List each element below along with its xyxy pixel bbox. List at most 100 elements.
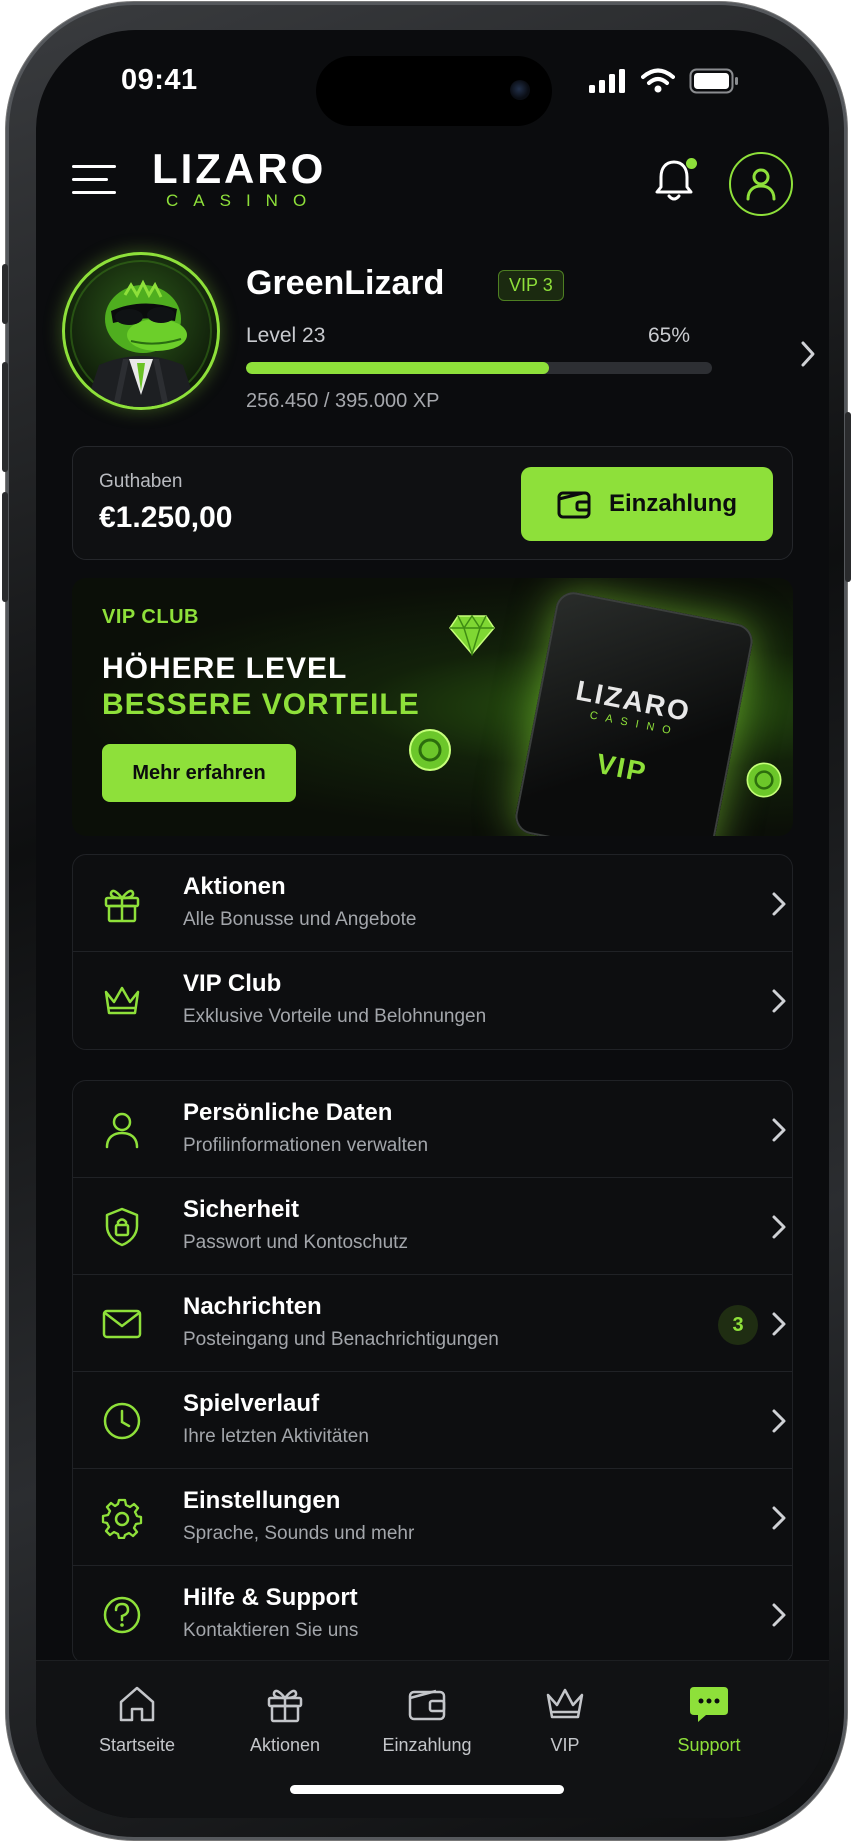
mute-switch [2, 264, 8, 324]
learn-more-button[interactable]: Mehr erfahren [102, 744, 296, 802]
user-icon [105, 1112, 139, 1149]
menu-item-subtitle: Posteingang und Benachrichtigungen [183, 1329, 499, 1350]
gift-icon [104, 889, 140, 923]
menu-item-title: Einstellungen [183, 1487, 341, 1514]
menu-item-subtitle: Exklusive Vorteile und Belohnungen [183, 1006, 487, 1027]
chevron-right-icon[interactable] [800, 340, 816, 368]
menu-item-title: Persönliche Daten [183, 1099, 393, 1126]
wallet-icon [557, 491, 591, 519]
menu-item-messages[interactable]: Nachrichten Posteingang und Benachrichti… [73, 1275, 792, 1372]
tab-einzahlung[interactable]: Einzahlung [362, 1683, 492, 1756]
menu-item-help-support[interactable]: Hilfe & Support Kontaktieren Sie uns [73, 1566, 792, 1663]
balance-label: Guthaben [99, 471, 183, 492]
dynamic-island [316, 56, 552, 126]
tab-aktionen[interactable]: Aktionen [220, 1683, 350, 1756]
vip-banner-headline-1: HÖHERE LEVEL [102, 652, 348, 685]
help-icon [103, 1596, 141, 1634]
deposit-button[interactable]: Einzahlung [521, 467, 773, 541]
casino-chip-icon [746, 762, 782, 798]
chevron-right-icon [772, 1118, 786, 1142]
tab-support[interactable]: Support [644, 1683, 774, 1756]
menu-item-title: VIP Club [183, 970, 282, 997]
gear-icon [101, 1498, 143, 1539]
balance-card: Guthaben €1.250,00 Einzahlung [72, 446, 793, 560]
app-screen: 09:41 LIZARO CASINO GreenLizard VIP 3 Le… [36, 30, 829, 1818]
phone-frame: 09:41 LIZARO CASINO GreenLizard VIP 3 Le… [2, 2, 851, 1840]
menu-item-subtitle: Passwort und Kontoschutz [183, 1232, 408, 1253]
power-button [845, 412, 851, 582]
bottom-tab-bar: Startseite Aktionen Einzahlung VIP Suppo… [36, 1660, 829, 1818]
menu-item-aktionen[interactable]: Aktionen Alle Bonusse und Angebote [73, 855, 792, 952]
menu-item-security[interactable]: Sicherheit Passwort und Kontoschutz [73, 1178, 792, 1275]
tab-label: Startseite [98, 1735, 176, 1755]
menu-item-subtitle: Ihre letzten Aktivitäten [183, 1426, 369, 1447]
shield-lock-icon [105, 1207, 139, 1247]
casino-chip-icon [409, 729, 451, 771]
menu-item-game-history[interactable]: Spielverlauf Ihre letzten Aktivitäten [73, 1372, 792, 1469]
menu-item-title: Spielverlauf [183, 1390, 320, 1417]
vip-card-graphic: LIZARO CASINO VIP [512, 589, 756, 836]
user-icon [746, 168, 776, 201]
avatar[interactable] [62, 252, 220, 410]
chat-icon [690, 1687, 728, 1722]
unread-count-badge: 3 [718, 1305, 758, 1345]
menu-group-promotions: Aktionen Alle Bonusse und Angebote VIP C… [72, 854, 793, 1050]
gift-icon [267, 1689, 303, 1723]
profile-button[interactable] [729, 152, 793, 216]
xp-text: 256.450 / 395.000 XP [246, 390, 440, 412]
hamburger-menu-icon[interactable] [72, 165, 116, 197]
emerald-gem-icon [449, 614, 495, 656]
chevron-right-icon [772, 892, 786, 916]
tab-label: Aktionen [249, 1735, 321, 1755]
vip-card-label: VIP [593, 747, 650, 789]
xp-progress-fill [246, 362, 549, 374]
home-indicator[interactable] [290, 1785, 564, 1794]
menu-item-title: Aktionen [183, 873, 286, 900]
username: GreenLizard [246, 264, 445, 302]
tab-label: Support [677, 1735, 741, 1755]
menu-item-title: Hilfe & Support [183, 1584, 358, 1611]
menu-item-subtitle: Kontaktieren Sie uns [183, 1620, 359, 1641]
wifi-icon [641, 68, 675, 93]
chevron-right-icon [772, 1409, 786, 1433]
status-icons [589, 68, 739, 94]
balance-value: €1.250,00 [99, 501, 233, 534]
home-icon [119, 1686, 155, 1722]
lizard-avatar-image [70, 260, 212, 407]
menu-item-vip-club[interactable]: VIP Club Exklusive Vorteile und Belohnun… [73, 952, 792, 1049]
tab-label: Einzahlung [382, 1735, 472, 1755]
menu-item-settings[interactable]: Einstellungen Sprache, Sounds und mehr [73, 1469, 792, 1566]
volume-up-button [2, 362, 8, 472]
menu-item-title: Sicherheit [183, 1196, 300, 1223]
tab-vip[interactable]: VIP [500, 1683, 630, 1756]
menu-item-subtitle: Profilinformationen verwalten [183, 1135, 429, 1156]
notification-dot [686, 158, 697, 169]
vip-banner-headline-2: BESSERE VORTEILE [102, 688, 420, 721]
chevron-right-icon [772, 1312, 786, 1336]
crown-icon [546, 1688, 584, 1719]
mail-icon [102, 1309, 142, 1339]
chevron-right-icon [772, 1215, 786, 1239]
menu-item-subtitle: Alle Bonusse und Angebote [183, 909, 417, 930]
level-label: Level 23 [246, 324, 326, 347]
vip-level-badge: VIP 3 [498, 270, 564, 301]
volume-down-button [2, 492, 8, 602]
brand-logo[interactable]: LIZARO CASINO [152, 146, 332, 210]
xp-progress-bar [246, 362, 712, 374]
chevron-right-icon [772, 1603, 786, 1627]
profile-summary[interactable]: GreenLizard VIP 3 Level 23 65% 256.450 /… [62, 252, 815, 412]
crown-icon [104, 986, 140, 1015]
tab-startseite[interactable]: Startseite [72, 1683, 202, 1756]
signal-icon [589, 69, 625, 93]
app-header: LIZARO CASINO [36, 140, 829, 230]
vip-club-banner[interactable]: VIP CLUB HÖHERE LEVEL BESSERE VORTEILE M… [72, 578, 793, 836]
menu-item-personal-data[interactable]: Persönliche Daten Profilinformationen ve… [73, 1081, 792, 1178]
tab-label: VIP [550, 1735, 580, 1755]
wallet-icon [408, 1689, 446, 1721]
menu-group-account: Persönliche Daten Profilinformationen ve… [72, 1080, 793, 1664]
front-camera [510, 80, 530, 100]
logo-wordmark: LIZARO [152, 145, 327, 192]
menu-item-subtitle: Sprache, Sounds und mehr [183, 1523, 415, 1544]
chevron-right-icon [772, 1506, 786, 1530]
deposit-button-label: Einzahlung [609, 490, 737, 517]
